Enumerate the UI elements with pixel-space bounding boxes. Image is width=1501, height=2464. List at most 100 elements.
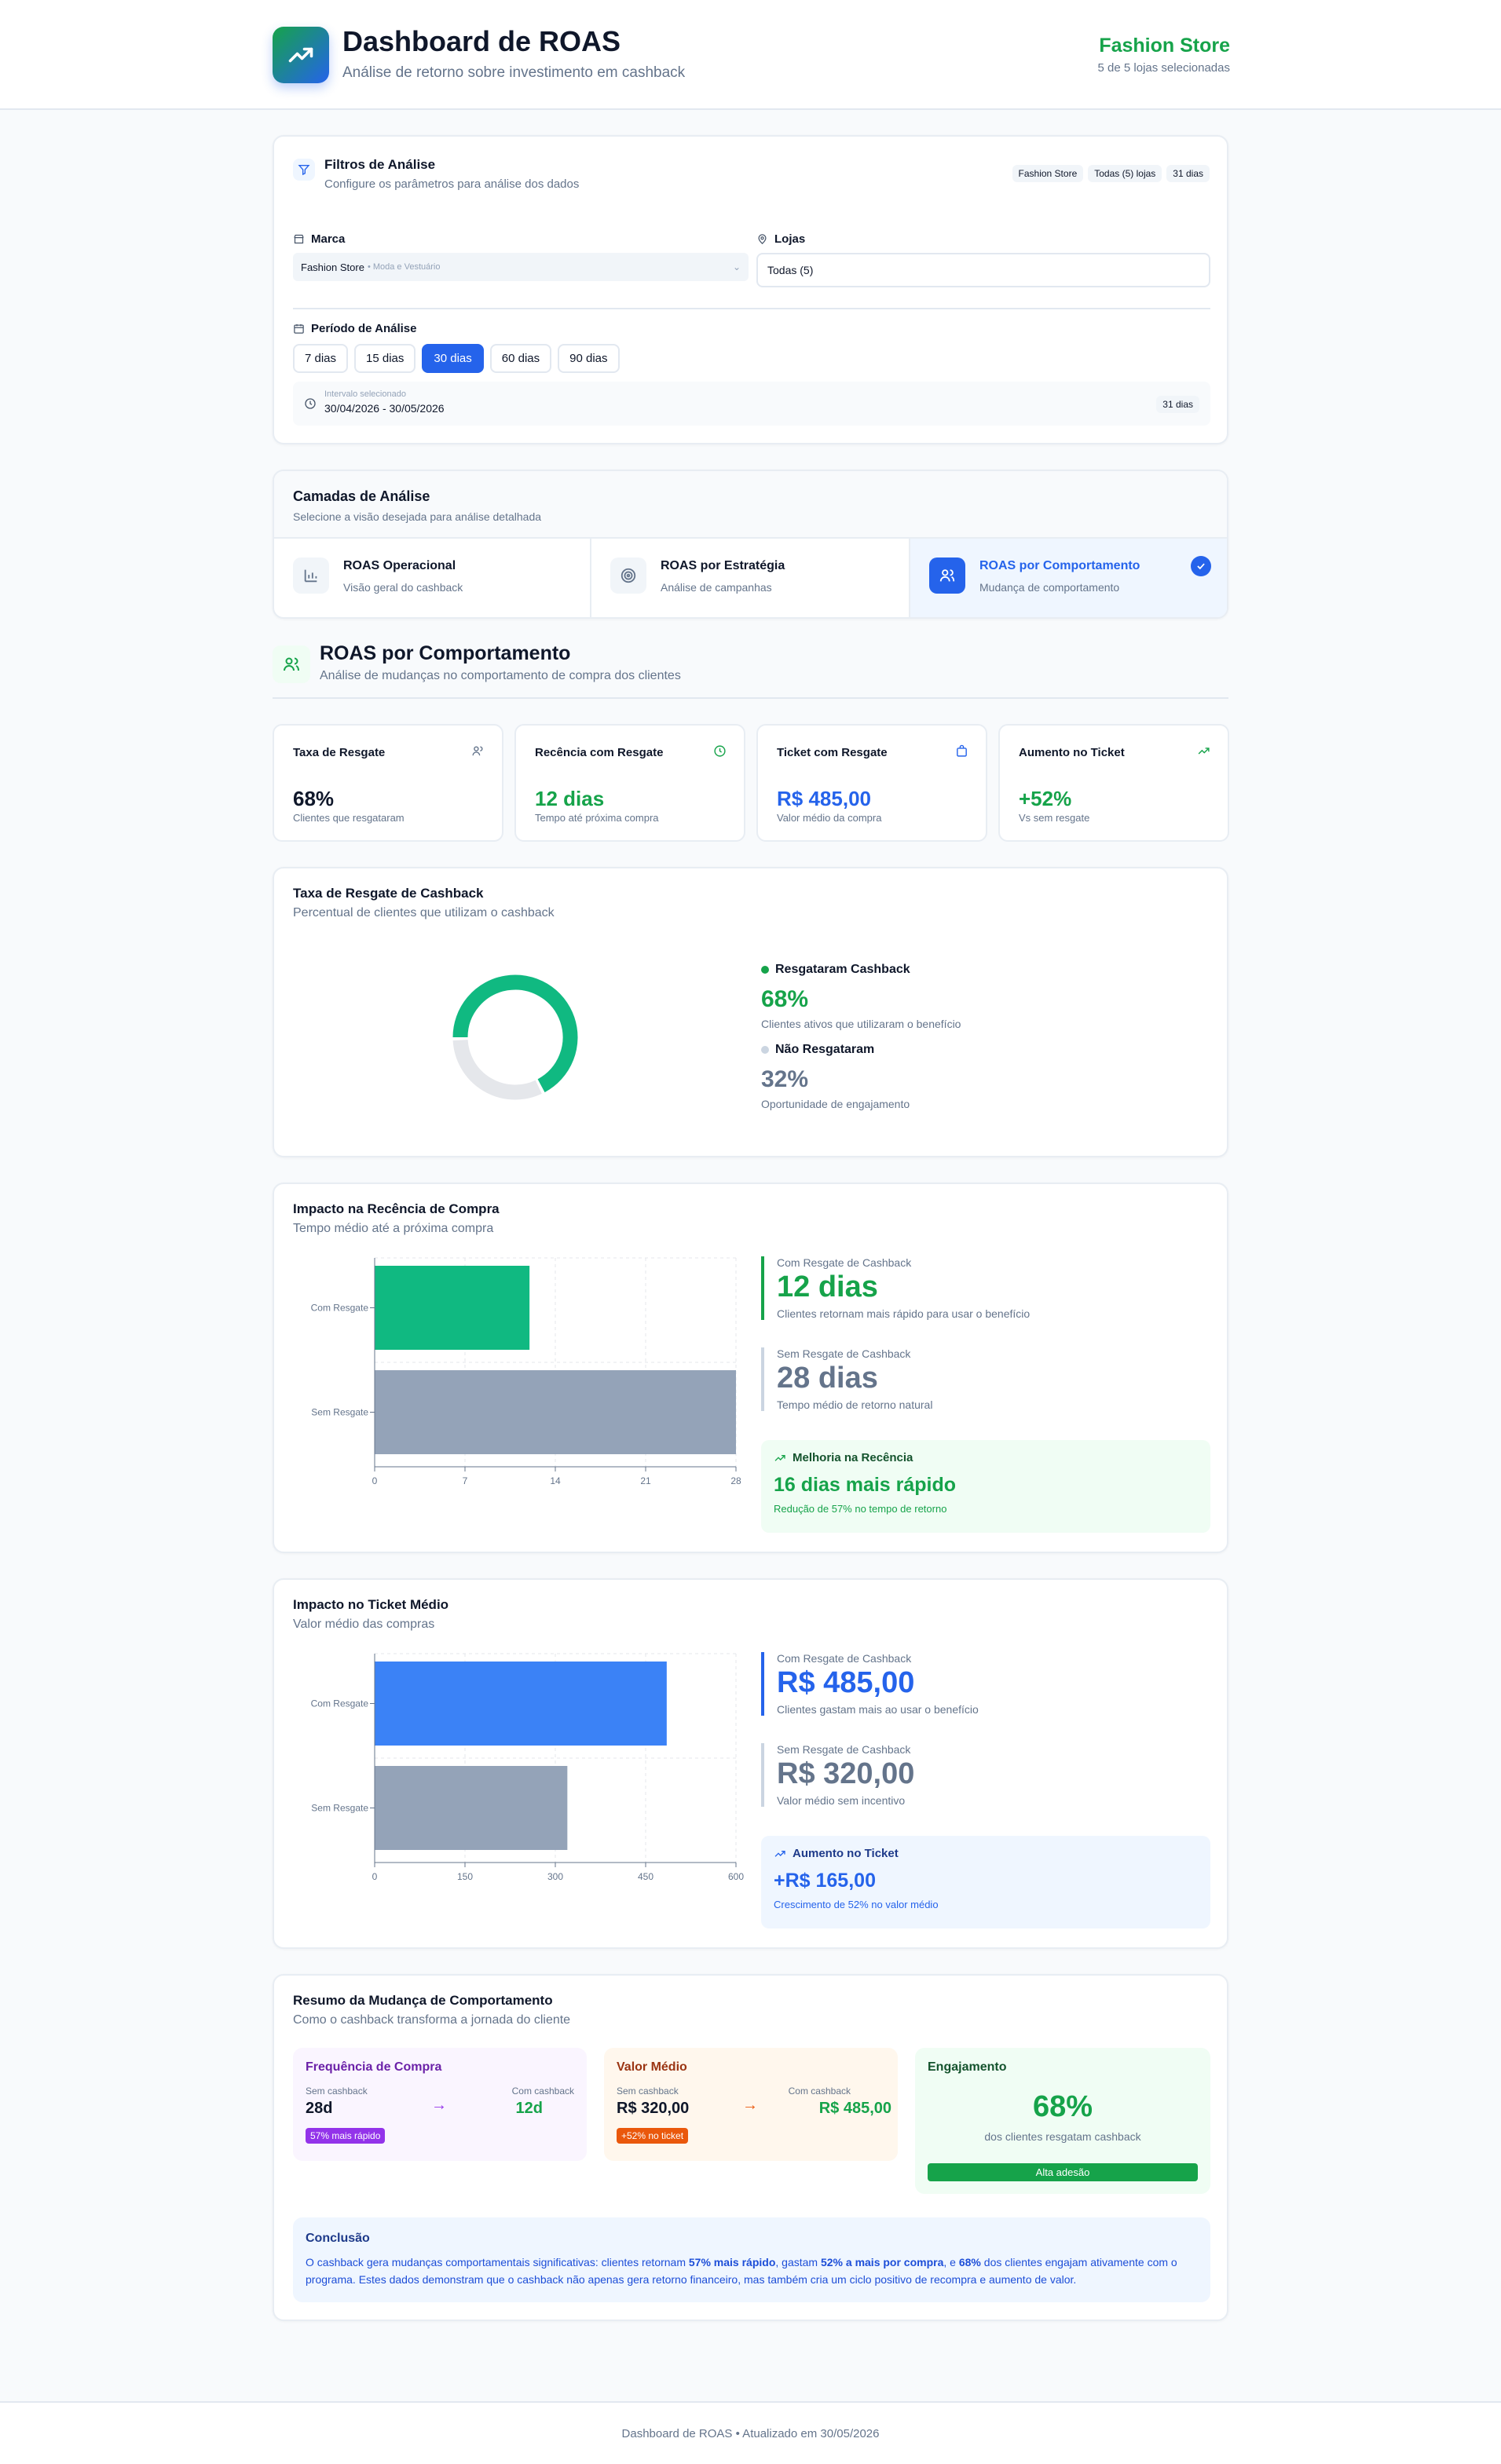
period-90-button[interactable]: 90 dias [558,344,620,373]
store-count: 5 de 5 lojas selecionadas [1097,61,1230,75]
layer-estrategia[interactable]: ROAS por Estratégia Análise de campanhas [591,539,910,617]
layers-subtitle: Selecione a visão desejada para análise … [293,510,542,523]
y-tick-label: Com Resgate [311,1698,369,1709]
check-circle-icon [1191,556,1211,576]
layer-label: ROAS por Comportamento [979,559,1140,572]
recency-without-stat: Sem Resgate de Cashback 28 dias Tempo mé… [761,1347,932,1411]
kpi-value: 12 dias [535,787,605,810]
sum-badge: 57% mais rápido [306,2128,386,2144]
legend-no-desc: Oportunidade de engajamento [761,1098,910,1110]
x-tick-label: 0 [372,1871,378,1882]
filter-icon [293,159,315,181]
stores-select[interactable]: Todas (5) [756,253,1210,287]
footer: Dashboard de ROAS • Atualizado em 30/05/… [0,2401,1501,2464]
card-title: Resumo da Mudança de Comportamento [293,1993,553,2008]
bar-1 [375,1766,568,1850]
layers-title: Camadas de Análise [293,488,430,504]
summary-engagement: Engajamento 68% dos clientes resgatam ca… [915,2048,1210,2194]
sum-badge: Alta adesão [928,2163,1198,2181]
kpi-value: +52% [1019,787,1072,810]
period-options: 7 dias 15 dias 30 dias 60 dias 90 dias [293,344,626,373]
brand-select[interactable]: Fashion Store • Moda e Vestuário ⌄ [293,253,749,281]
trending-up-icon [774,1850,785,1857]
store-name[interactable]: Fashion Store [1099,35,1230,57]
legend-yes-label: Resgataram Cashback [775,963,910,976]
brand-label-row: Marca [293,232,345,246]
section-divider [273,697,1228,699]
card-title: Impacto na Recência de Compra [293,1201,500,1216]
ticket-increase-box: Aumento no Ticket +R$ 165,00 Crescimento… [761,1836,1210,1928]
box-title: Aumento no Ticket [793,1847,899,1860]
recency-bar-chart: 0 7 14 21 28 Com Resgate Sem Resgate [311,1257,741,1486]
layer-sub: Mudança de comportamento [979,581,1120,594]
map-pin-icon [758,234,767,244]
card-subtitle: Valor médio das compras [293,1618,435,1631]
app-header: Dashboard de ROAS Análise de retorno sob… [0,0,1501,110]
interval-days-badge: 31 dias [1156,396,1199,413]
recency-improvement-box: Melhoria na Recência 16 dias mais rápido… [761,1440,1210,1533]
kpi-title: Taxa de Resgate [293,746,386,759]
layer-comportamento[interactable]: ROAS por Comportamento Mudança de compor… [910,539,1227,617]
kpi-title: Recência com Resgate [535,746,664,759]
filters-subtitle: Configure os parâmetros para análise dos… [324,177,580,191]
bar-0 [375,1662,667,1746]
box-desc: Redução de 57% no tempo de retorno [774,1503,947,1515]
ticket-bar-chart: 0 150 300 450 600 Com Resgate Sem Resgate [311,1653,744,1882]
box-value: +R$ 165,00 [774,1870,876,1892]
layer-operacional[interactable]: ROAS Operacional Visão geral do cashback [274,539,591,617]
legend-no-value: 32% [761,1066,809,1092]
shopping-bag-icon [955,744,968,762]
stat-desc: Clientes retornam mais rápido para usar … [777,1307,1031,1320]
recency-with-stat: Com Resgate de Cashback 12 dias Clientes… [761,1256,1030,1320]
sum-engagement-value: 68% [1032,2090,1093,2123]
interval-value: 30/04/2026 - 30/05/2026 [324,402,445,415]
tag-days: 31 dias [1166,165,1210,182]
x-tick-label: 7 [463,1475,468,1486]
stat-desc: Valor médio sem incentivo [777,1794,906,1807]
conclusion-title: Conclusão [306,2232,370,2245]
x-tick-label: 600 [728,1871,744,1882]
period-7-button[interactable]: 7 dias [293,344,349,373]
summary-card: Resumo da Mudança de Comportamento Como … [273,1974,1228,2321]
bar-1 [375,1370,736,1454]
x-tick-label: 21 [640,1475,651,1486]
divider [293,308,1210,309]
redemption-donut-chart [452,974,578,1100]
period-60-button[interactable]: 60 dias [489,344,552,373]
stat-desc: Clientes gastam mais ao usar o benefício [777,1703,979,1716]
ticket-with-stat: Com Resgate de Cashback R$ 485,00 Client… [761,1652,979,1716]
x-tick-label: 450 [638,1871,653,1882]
ticket-card: Impacto no Ticket Médio Valor médio das … [273,1578,1228,1949]
kpi-ticket: Ticket com Resgate R$ 485,00 Valor médio… [756,724,987,842]
kpi-title: Aumento no Ticket [1019,746,1125,759]
section-title: ROAS por Comportamento [320,642,571,664]
x-tick-label: 28 [730,1475,741,1486]
stat-value: 12 dias [777,1270,878,1303]
brand-value: Fashion Store [301,261,364,273]
box-value: 16 dias mais rápido [774,1474,957,1496]
period-15-button[interactable]: 15 dias [354,344,416,373]
y-tick-label: Com Resgate [311,1303,369,1314]
sum-value-after: R$ 485,00 [818,2100,891,2117]
ticket-without-stat: Sem Resgate de Cashback R$ 320,00 Valor … [761,1743,914,1807]
bar-0 [375,1266,530,1350]
period-label: Período de Análise [311,322,417,335]
card-subtitle: Tempo médio até a próxima compra [293,1222,494,1235]
clock-icon [713,744,727,762]
interval-panel: Intervalo selecionado 30/04/2026 - 30/05… [293,382,1210,426]
trending-up-logo-icon [273,27,329,83]
sum-label-before: Sem cashback [306,2086,368,2097]
stat-value: R$ 485,00 [777,1666,915,1699]
gray-dot-icon [761,1046,769,1054]
brand-category: • Moda e Vestuário [367,262,441,272]
x-tick-label: 0 [372,1475,378,1486]
kpi-ticket-increase: Aumento no Ticket +52% Vs sem resgate [998,724,1229,842]
box-desc: Crescimento de 52% no valor médio [774,1899,939,1910]
card-title: Taxa de Resgate de Cashback [293,886,484,901]
kpi-value: R$ 485,00 [777,787,871,810]
sum-title: Frequência de Compra [306,2060,442,2074]
sum-title: Valor Médio [617,2060,687,2074]
card-subtitle: Percentual de clientes que utilizam o ca… [293,906,555,919]
card-title: Impacto no Ticket Médio [293,1597,449,1612]
period-30-button[interactable]: 30 dias [422,344,484,373]
